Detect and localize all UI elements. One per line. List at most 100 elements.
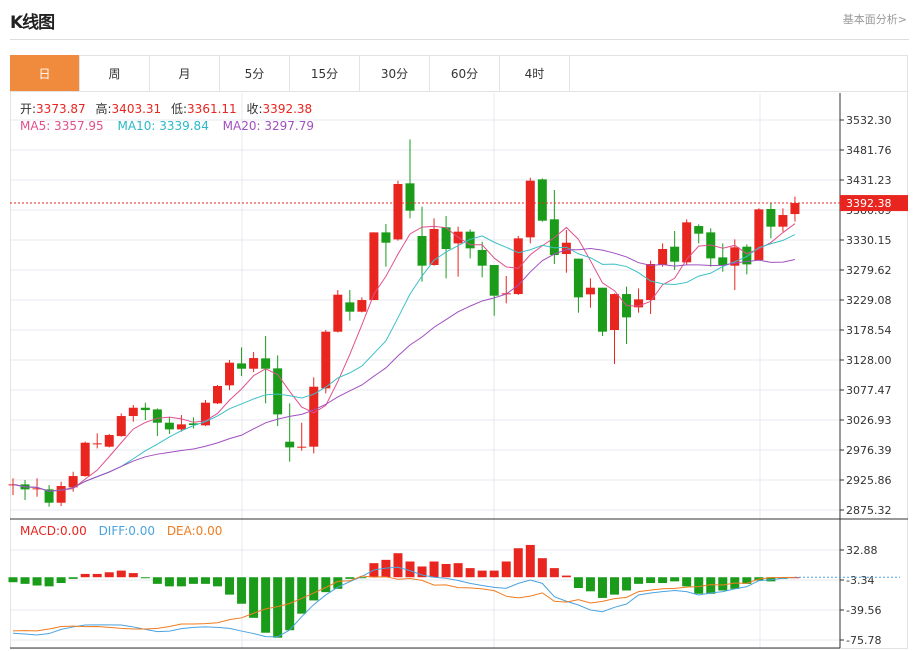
candle: [441, 215, 451, 279]
last-price-label: 3392.38: [846, 197, 892, 210]
candle-body: [417, 235, 427, 266]
macd-bar: [213, 577, 223, 587]
macd-value: MACD:0.00: [20, 524, 87, 538]
ma20-value: MA20: 3297.79: [222, 119, 314, 133]
candle: [561, 229, 571, 273]
macd-bar: [237, 577, 247, 604]
macd-bar: [225, 577, 235, 595]
candle-body: [778, 215, 788, 227]
candle-body: [237, 363, 247, 369]
candle: [237, 347, 247, 377]
candle: [345, 290, 355, 321]
high-value: 3403.31: [111, 102, 162, 116]
close-label: 收:: [246, 102, 263, 116]
close-value: 3392.38: [262, 102, 313, 116]
macd-bar: [549, 568, 559, 578]
ma10-value: MA10: 3339.84: [117, 119, 209, 133]
macd-bar: [140, 577, 150, 579]
candle-body: [597, 287, 607, 332]
candle-body: [176, 424, 186, 430]
macd-bar: [658, 577, 668, 584]
macd-bar: [164, 577, 174, 587]
candle-body: [225, 362, 235, 386]
macd-bar: [80, 573, 90, 578]
candle-body: [213, 386, 223, 404]
macd-bar: [32, 577, 42, 586]
macd-axis-label: -39.56: [846, 604, 881, 617]
candle: [213, 385, 223, 405]
candle-body: [525, 180, 535, 238]
macd-bar: [646, 577, 656, 584]
macd-bar: [8, 577, 18, 583]
macd-bar: [44, 577, 54, 587]
candle-body: [465, 231, 475, 249]
candle: [128, 404, 138, 422]
macd-bar: [513, 548, 523, 578]
macd-bar: [56, 577, 66, 584]
candle-body: [92, 443, 102, 445]
ma5-value: MA5: 3357.95: [20, 119, 104, 133]
candle: [489, 265, 499, 316]
price-axis-label: 3532.30: [846, 114, 892, 127]
candle-body: [381, 232, 391, 243]
candle: [405, 139, 415, 219]
macd-bar: [525, 544, 535, 578]
price-axis-label: 3330.15: [846, 234, 892, 247]
candle-body: [104, 435, 114, 447]
candle: [610, 293, 619, 365]
macd-bar: [597, 577, 607, 598]
candle: [321, 330, 331, 394]
candle-body: [718, 257, 728, 266]
candle-body: [658, 248, 668, 266]
candle: [116, 413, 126, 437]
candle: [778, 208, 788, 232]
macd-bar: [573, 577, 583, 589]
price-axis-label: 2976.39: [846, 444, 892, 457]
macd-bar: [261, 577, 271, 633]
candle: [309, 377, 319, 454]
dea-line: [12, 575, 795, 632]
candle: [104, 434, 114, 448]
macd-bar: [694, 577, 704, 594]
candle: [261, 336, 271, 404]
candle-body: [357, 300, 367, 312]
price-axis-label: 3178.54: [846, 324, 892, 337]
candle: [682, 219, 692, 266]
kline-chart: 3532.303481.763431.233380.693330.153279.…: [8, 93, 908, 649]
candle-body: [766, 208, 776, 227]
macd-bar: [441, 563, 451, 578]
candle-body: [429, 228, 439, 266]
macd-bar: [561, 575, 571, 578]
candle: [273, 355, 283, 427]
candle: [525, 177, 535, 244]
macd-bar: [128, 573, 138, 578]
candle: [44, 485, 54, 507]
macd-axis-label: 32.88: [846, 544, 878, 557]
candle-body: [754, 209, 764, 261]
macd-bar: [20, 577, 30, 584]
candle: [694, 224, 704, 244]
candle-body: [80, 442, 90, 477]
macd-bar: [309, 577, 319, 601]
candle: [513, 235, 523, 296]
candle: [333, 290, 343, 333]
candle-body: [333, 294, 343, 332]
candle-body: [670, 246, 680, 262]
dea-value: DEA:0.00: [166, 524, 223, 538]
price-axis-label: 3077.47: [846, 384, 892, 397]
macd-bar: [321, 577, 331, 593]
price-axis-label: 2925.86: [846, 474, 892, 487]
macd-bar: [429, 561, 439, 578]
candle: [80, 441, 90, 477]
high-label: 高:: [95, 102, 112, 116]
macd-bar: [453, 563, 463, 578]
candle: [634, 288, 644, 313]
candle-body: [694, 226, 704, 234]
diff-value: DIFF:0.00: [98, 524, 155, 538]
candle-body: [140, 407, 150, 411]
candle: [393, 180, 403, 241]
candle: [477, 241, 487, 278]
macd-bar: [200, 577, 210, 584]
macd-bar: [477, 570, 487, 578]
candle: [56, 481, 66, 507]
